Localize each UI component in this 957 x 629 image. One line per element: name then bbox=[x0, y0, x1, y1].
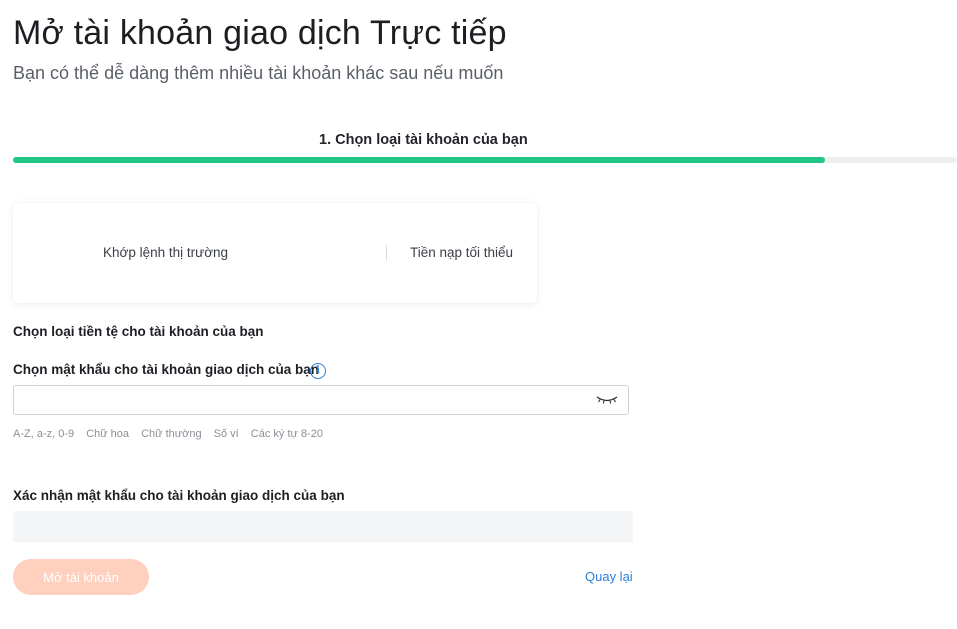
progress-bar-fill bbox=[13, 157, 825, 163]
card-divider bbox=[386, 245, 387, 261]
progress-bar bbox=[13, 157, 957, 163]
back-link[interactable]: Quay lại bbox=[585, 569, 633, 584]
password-rule: A-Z, a-z, 0-9 bbox=[13, 428, 75, 440]
password-label: Chọn mật khẩu cho tài khoản giao dịch củ… bbox=[13, 362, 320, 377]
info-icon[interactable]: i bbox=[310, 363, 326, 379]
execution-type-label: Khớp lệnh thị trường bbox=[103, 245, 229, 260]
password-rule: Chữ thường bbox=[141, 428, 202, 440]
confirm-password-label: Xác nhận mật khẩu cho tài khoản giao dịc… bbox=[13, 488, 345, 503]
open-account-button[interactable]: Mở tài khoản bbox=[13, 559, 149, 595]
eye-closed-icon[interactable] bbox=[596, 392, 618, 406]
account-type-card[interactable]: Khớp lệnh thị trường Tiền nạp tối thiểu bbox=[13, 203, 537, 303]
step-label: 1. Chọn loại tài khoản của bạn bbox=[319, 132, 528, 148]
password-input[interactable] bbox=[13, 385, 629, 415]
password-rule: Số ví bbox=[213, 428, 239, 440]
page-title: Mở tài khoản giao dịch Trực tiếp bbox=[13, 14, 507, 52]
min-deposit-label: Tiền nạp tối thiểu bbox=[410, 245, 514, 260]
password-rules: A-Z, a-z, 0-9 Chữ hoa Chữ thường Số ví C… bbox=[13, 428, 332, 440]
open-account-page: Mở tài khoản giao dịch Trực tiếp Bạn có … bbox=[0, 0, 957, 629]
password-rule: Chữ hoa bbox=[86, 428, 130, 440]
confirm-password-input[interactable] bbox=[13, 511, 633, 542]
currency-label: Chọn loại tiền tệ cho tài khoản của bạn bbox=[13, 324, 264, 339]
password-rule: Các ký tự 8-20 bbox=[250, 428, 323, 440]
page-subtitle: Bạn có thể dễ dàng thêm nhiều tài khoản … bbox=[13, 63, 504, 83]
